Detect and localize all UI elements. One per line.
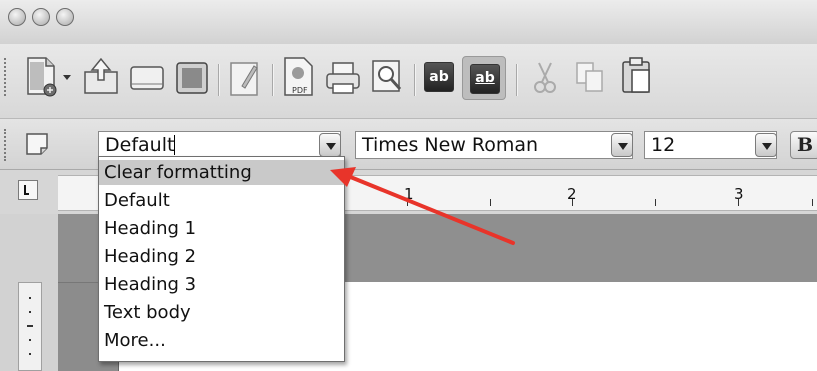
style-option-heading-1[interactable]: Heading 1 (99, 216, 344, 241)
style-option-default[interactable]: Default (99, 188, 344, 213)
toolbar-grip[interactable] (4, 129, 9, 161)
style-option-heading-3[interactable]: Heading 3 (99, 272, 344, 297)
toolbar-separator (516, 64, 518, 96)
toolbar-grip[interactable] (4, 58, 9, 96)
print-icon[interactable] (324, 60, 362, 96)
paragraph-style-combo[interactable]: Default (98, 131, 341, 159)
paragraph-style-value[interactable]: Default (105, 134, 174, 156)
minimize-window-button[interactable] (32, 8, 50, 26)
dropdown-arrow-icon[interactable] (62, 74, 72, 82)
ruler-tick (490, 199, 491, 206)
auto-spellcheck-toggle[interactable]: ab (462, 56, 506, 100)
save-icon[interactable] (128, 64, 166, 94)
font-size-dropdown-button[interactable] (755, 133, 777, 157)
text-cursor (174, 135, 176, 155)
styles-formatting-icon[interactable] (24, 131, 50, 157)
ruler-dot (29, 297, 31, 299)
paste-icon[interactable] (620, 56, 654, 96)
vertical-ruler[interactable] (18, 282, 42, 371)
pdf-icon-label: PDF (292, 86, 308, 95)
spelling-icon[interactable]: ab (424, 62, 454, 92)
font-name-combo[interactable]: Times New Roman (355, 131, 633, 159)
ruler-dash (27, 325, 33, 327)
ruler-tick (812, 199, 813, 206)
tab-stop-selector[interactable] (18, 180, 38, 200)
ruler-tick (572, 199, 573, 206)
toolbar-separator (414, 64, 416, 96)
font-size-value[interactable]: 12 (651, 134, 675, 156)
ruler-dot (29, 339, 31, 341)
zoom-window-button[interactable] (56, 8, 74, 26)
paragraph-style-dropdown-button[interactable] (319, 133, 341, 157)
open-folder-icon[interactable] (82, 56, 120, 96)
cut-icon[interactable] (530, 60, 560, 96)
font-name-dropdown-button[interactable] (611, 133, 633, 157)
window-title-bar (0, 0, 817, 45)
ruler-tick (407, 199, 408, 206)
copy-icon[interactable] (574, 60, 606, 96)
standard-toolbar: PDF ab ab (0, 44, 817, 119)
new-document-icon[interactable] (24, 56, 60, 98)
style-option-more[interactable]: More... (99, 328, 344, 353)
font-name-value[interactable]: Times New Roman (362, 134, 538, 156)
ruler-dot (29, 353, 31, 355)
style-option-text-body[interactable]: Text body (99, 300, 344, 325)
bold-button[interactable]: B (790, 131, 817, 159)
ruler-number: 1 (404, 185, 414, 203)
close-window-button[interactable] (8, 8, 26, 26)
ruler-tick (655, 199, 656, 206)
ruler-tick (738, 199, 739, 206)
page-preview-icon[interactable] (370, 58, 406, 96)
save-as-icon[interactable] (174, 60, 210, 96)
edit-file-icon[interactable] (228, 60, 262, 98)
toolbar-separator (218, 64, 220, 96)
toolbar-separator (272, 64, 274, 96)
spelling-label: ab (429, 69, 449, 85)
font-size-combo[interactable]: 12 (644, 131, 777, 159)
paragraph-style-list[interactable]: Clear formatting Default Heading 1 Headi… (98, 156, 345, 362)
style-option-heading-2[interactable]: Heading 2 (99, 244, 344, 269)
style-option-clear-formatting[interactable]: Clear formatting (99, 160, 344, 185)
ruler-dot (29, 311, 31, 313)
auto-spellcheck-label: ab (475, 70, 495, 86)
auto-spellcheck-icon: ab (470, 64, 500, 94)
